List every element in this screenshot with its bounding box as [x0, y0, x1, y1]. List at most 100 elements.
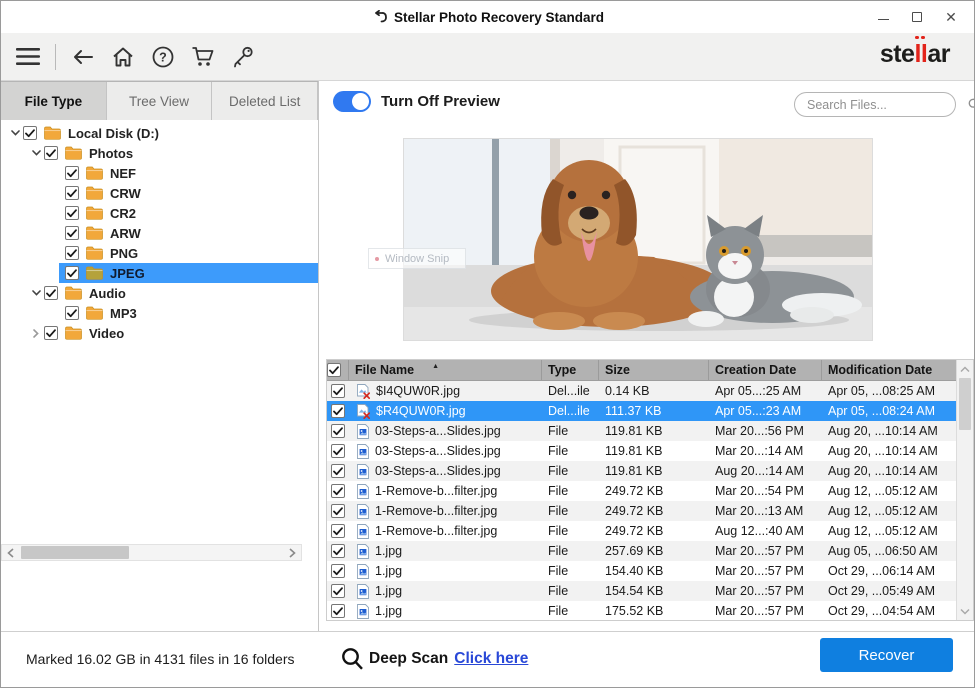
- tree-item-crw[interactable]: CRW: [1, 183, 318, 203]
- checkbox[interactable]: [331, 564, 345, 578]
- file-type: File: [542, 501, 599, 521]
- search-box[interactable]: [794, 92, 956, 117]
- scrollbar-thumb[interactable]: [959, 378, 971, 430]
- maximize-button[interactable]: [900, 2, 934, 32]
- checkbox[interactable]: [44, 286, 58, 300]
- checkbox[interactable]: [44, 146, 58, 160]
- chevron-down-icon[interactable]: [28, 290, 44, 296]
- tree-item-audio[interactable]: Audio: [1, 283, 318, 303]
- toggle-knob: [352, 93, 369, 110]
- scroll-right-icon[interactable]: [284, 545, 301, 560]
- help-icon[interactable]: ?: [150, 44, 176, 70]
- checkbox[interactable]: [331, 544, 345, 558]
- deep-scan-link[interactable]: Click here: [454, 650, 528, 668]
- table-row[interactable]: 1-Remove-b...filter.jpgFile249.72 KBMar …: [327, 481, 956, 501]
- column-header-modification-date[interactable]: Modification Date: [822, 360, 956, 380]
- tree-item-nef[interactable]: NEF: [1, 163, 318, 183]
- close-button[interactable]: ✕: [934, 2, 968, 32]
- vertical-scrollbar[interactable]: [956, 360, 973, 620]
- checkbox[interactable]: [65, 266, 79, 280]
- cart-icon[interactable]: [190, 44, 216, 70]
- checkbox[interactable]: [65, 226, 79, 240]
- scroll-left-icon[interactable]: [2, 545, 19, 560]
- key-icon[interactable]: [230, 44, 256, 70]
- table-row[interactable]: $I4QUW0R.jpgDel...ile0.14 KBApr 05...:25…: [327, 381, 956, 401]
- column-header-size[interactable]: Size: [599, 360, 709, 380]
- file-size: 257.69 KB: [599, 541, 709, 561]
- scroll-up-icon[interactable]: [957, 361, 973, 377]
- table-row[interactable]: 1.jpgFile154.54 KBMar 20...:57 PMOct 29,…: [327, 581, 956, 601]
- column-header-file-name[interactable]: File Name▲: [349, 360, 542, 380]
- horizontal-scrollbar[interactable]: [1, 544, 302, 561]
- checkbox[interactable]: [331, 504, 345, 518]
- tree-item-mp3[interactable]: MP3: [1, 303, 318, 323]
- chevron-down-icon[interactable]: [7, 130, 23, 136]
- creation-date: Mar 20...:57 PM: [709, 601, 822, 620]
- tree-item-jpeg[interactable]: JPEG: [1, 263, 318, 283]
- minimize-button[interactable]: [866, 2, 900, 32]
- table-row[interactable]: 1-Remove-b...filter.jpgFile249.72 KBAug …: [327, 521, 956, 541]
- modification-date: Aug 12, ...05:12 AM: [822, 501, 956, 521]
- checkbox[interactable]: [65, 186, 79, 200]
- checkbox[interactable]: [327, 363, 341, 377]
- checkbox[interactable]: [44, 326, 58, 340]
- checkbox[interactable]: [331, 404, 345, 418]
- table-row[interactable]: $R4QUW0R.jpgDel...ile111.37 KBApr 05...:…: [327, 401, 956, 421]
- menu-icon[interactable]: [15, 44, 41, 70]
- column-header-creation-date[interactable]: Creation Date: [709, 360, 822, 380]
- table-row[interactable]: 03-Steps-a...Slides.jpgFile119.81 KBMar …: [327, 421, 956, 441]
- checkbox[interactable]: [331, 384, 345, 398]
- checkbox[interactable]: [65, 306, 79, 320]
- tree-item-cr2[interactable]: CR2: [1, 203, 318, 223]
- checkbox[interactable]: [23, 126, 37, 140]
- table-row[interactable]: 1.jpgFile175.52 KBMar 20...:57 PMOct 29,…: [327, 601, 956, 620]
- modification-date: Aug 05, ...06:50 AM: [822, 541, 956, 561]
- search-input[interactable]: [807, 98, 968, 112]
- checkbox[interactable]: [331, 524, 345, 538]
- file-name: $R4QUW0R.jpg: [376, 404, 466, 418]
- scrollbar-thumb[interactable]: [21, 546, 129, 559]
- chevron-down-icon[interactable]: [28, 150, 44, 156]
- back-icon[interactable]: [70, 44, 96, 70]
- file-size: 249.72 KB: [599, 501, 709, 521]
- scroll-down-icon[interactable]: [957, 603, 973, 619]
- checkbox[interactable]: [65, 206, 79, 220]
- checkbox[interactable]: [65, 166, 79, 180]
- checkbox[interactable]: [331, 464, 345, 478]
- tree-item-photos[interactable]: Photos: [1, 143, 318, 163]
- checkbox[interactable]: [331, 484, 345, 498]
- checkbox[interactable]: [65, 246, 79, 260]
- select-all-checkbox-cell[interactable]: [327, 360, 349, 380]
- tree-item-video[interactable]: Video: [1, 323, 318, 343]
- tree-item-local-disk-d[interactable]: Local Disk (D:): [1, 123, 318, 143]
- file-size: 154.40 KB: [599, 561, 709, 581]
- folder-icon: [86, 246, 103, 260]
- column-header-type[interactable]: Type: [542, 360, 599, 380]
- checkbox[interactable]: [331, 444, 345, 458]
- file-type: Del...ile: [542, 401, 599, 421]
- recover-button[interactable]: Recover: [820, 638, 953, 672]
- preview-toggle[interactable]: [333, 91, 371, 112]
- tab-deleted-list[interactable]: Deleted List: [212, 82, 318, 120]
- file-size: 175.52 KB: [599, 601, 709, 620]
- table-row[interactable]: 03-Steps-a...Slides.jpgFile119.81 KBAug …: [327, 461, 956, 481]
- table-row[interactable]: 1.jpgFile257.69 KBMar 20...:57 PMAug 05,…: [327, 541, 956, 561]
- checkbox[interactable]: [331, 424, 345, 438]
- checkbox[interactable]: [331, 584, 345, 598]
- chevron-right-icon[interactable]: [28, 329, 44, 338]
- titlebar: Stellar Photo Recovery Standard ✕: [1, 1, 974, 33]
- tree-item-arw[interactable]: ARW: [1, 223, 318, 243]
- checkbox[interactable]: [331, 604, 345, 618]
- tab-tree-view[interactable]: Tree View: [107, 82, 213, 120]
- file-name: 03-Steps-a...Slides.jpg: [375, 464, 501, 478]
- table-row[interactable]: 1.jpgFile154.40 KBMar 20...:57 PMOct 29,…: [327, 561, 956, 581]
- home-icon[interactable]: [110, 44, 136, 70]
- tree-item-png[interactable]: PNG: [1, 243, 318, 263]
- scrollbar-track[interactable]: [19, 545, 284, 560]
- table-row[interactable]: 03-Steps-a...Slides.jpgFile119.81 KBMar …: [327, 441, 956, 461]
- preview-toggle-group: Turn Off Preview: [333, 91, 500, 112]
- search-icon[interactable]: [968, 98, 975, 111]
- preview-image: [403, 138, 873, 341]
- tab-file-type[interactable]: File Type: [1, 82, 107, 120]
- table-row[interactable]: 1-Remove-b...filter.jpgFile249.72 KBMar …: [327, 501, 956, 521]
